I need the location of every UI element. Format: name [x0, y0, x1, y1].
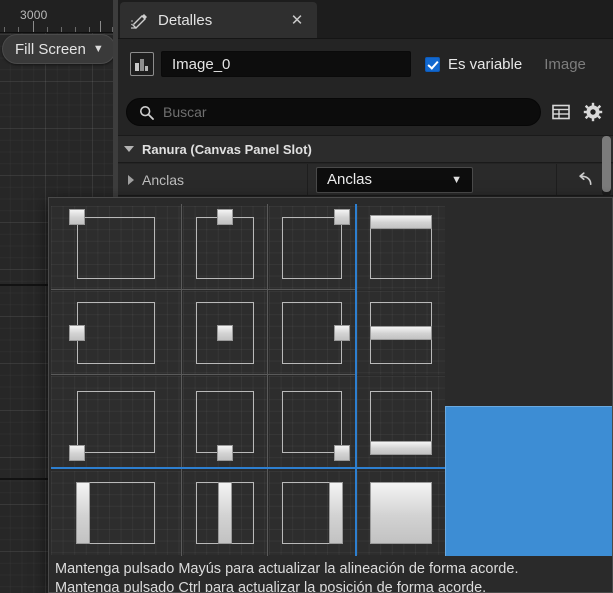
close-icon[interactable]: ✕ — [287, 10, 307, 30]
anchor-marker — [69, 325, 85, 341]
anchor-top-right[interactable] — [269, 206, 355, 290]
object-name-input[interactable]: Image_0 — [161, 51, 411, 77]
table-view-icon[interactable] — [549, 100, 573, 124]
anchor-popup-hint: Mantenga pulsado Mayús para actualizar l… — [49, 556, 612, 593]
anchor-marker — [217, 209, 233, 225]
anchor-marker — [69, 209, 85, 225]
details-tabbar: Detalles ✕ — [118, 0, 613, 39]
anclas-label: Anclas — [142, 171, 185, 188]
anchor-vstretch-left[interactable] — [51, 471, 181, 555]
anchor-marker — [334, 445, 350, 461]
anchor-marker — [370, 215, 432, 229]
anclas-dropdown[interactable]: Anclas ▼ — [316, 166, 473, 193]
chevron-down-icon — [124, 146, 134, 152]
anchor-marker — [217, 325, 233, 341]
search-placeholder: Buscar — [163, 104, 207, 120]
zoom-mode-dropdown[interactable]: Fill Screen ▼ — [2, 34, 116, 64]
anchor-marker — [69, 445, 85, 461]
anchor-marker — [370, 326, 432, 340]
anchor-grid-divider — [267, 204, 268, 556]
anchor-marker — [217, 445, 233, 461]
anchor-grid-divider-highlight — [51, 467, 445, 469]
anchor-middle-center[interactable] — [183, 291, 267, 375]
anchor-marker — [76, 482, 90, 544]
search-icon — [139, 105, 154, 120]
chevron-right-icon[interactable] — [128, 174, 134, 185]
anchor-marker — [334, 209, 350, 225]
anchor-top-center[interactable] — [183, 206, 267, 290]
property-row-anclas: Anclas Anclas ▼ — [118, 164, 613, 196]
anchor-picker-popup[interactable]: Mantenga pulsado Mayús para actualizar l… — [48, 197, 613, 593]
anchor-cell-frame — [77, 391, 155, 453]
details-scrollbar-thumb[interactable] — [602, 136, 611, 192]
checkbox-box[interactable] — [425, 56, 440, 72]
widget-thumbnail-icon — [130, 52, 154, 76]
anclas-label-cell[interactable]: Anclas — [118, 164, 308, 195]
anchor-middle-right[interactable] — [269, 291, 355, 375]
anchor-middle-left[interactable] — [51, 291, 181, 375]
chevron-down-icon: ▼ — [92, 43, 104, 55]
anchor-marker — [370, 441, 432, 455]
tab-detalles[interactable]: Detalles ✕ — [120, 2, 317, 38]
anchor-top-stretch[interactable] — [357, 206, 445, 290]
anchor-cell-frame — [282, 391, 342, 453]
pencil-icon — [130, 12, 149, 29]
anchor-middle-stretch[interactable] — [357, 291, 445, 375]
anchor-bottom-right[interactable] — [269, 376, 355, 468]
anchor-vstretch-right[interactable] — [269, 471, 355, 555]
chevron-down-icon: ▼ — [451, 173, 462, 186]
anchor-cell-frame — [77, 302, 155, 364]
zoom-mode-label: Fill Screen — [15, 40, 86, 58]
anchor-bottom-stretch[interactable] — [357, 376, 445, 468]
anchor-cell-frame — [196, 217, 254, 279]
anchor-marker — [218, 482, 232, 544]
anchor-marker — [334, 325, 350, 341]
viewport-ruler[interactable]: 3000 — [0, 0, 118, 33]
details-search-row: Buscar — [118, 90, 613, 134]
gear-icon[interactable] — [581, 100, 605, 124]
search-input[interactable]: Buscar — [126, 98, 541, 126]
anchor-marker — [370, 482, 432, 544]
object-name-row: Image_0 Es variable Image — [118, 39, 613, 89]
is-variable-label: Es variable — [448, 55, 523, 73]
hint-line-2: Mantenga pulsado Ctrl para actualizar la… — [55, 580, 487, 593]
reset-arrow-icon — [578, 172, 592, 186]
anclas-dropdown-value: Anclas — [327, 171, 373, 188]
anchor-top-left[interactable] — [51, 206, 181, 290]
widget-type-label: Image — [544, 55, 586, 73]
is-variable-checkbox[interactable]: Es variable — [425, 56, 522, 73]
anchor-grid-divider — [51, 289, 355, 290]
anchor-grid-divider-highlight — [355, 204, 357, 556]
anchor-vstretch-center[interactable] — [183, 471, 267, 555]
anchor-grid-divider — [51, 374, 355, 375]
hint-line-1: Mantenga pulsado Mayús para actualizar l… — [55, 561, 519, 577]
section-title: Ranura (Canvas Panel Slot) — [142, 141, 312, 157]
ruler-label: 3000 — [20, 8, 48, 22]
anchor-cell-frame — [77, 217, 155, 279]
anchor-marker — [329, 482, 343, 544]
tab-label: Detalles — [158, 11, 213, 29]
anchor-grid-divider — [181, 204, 182, 556]
anchor-cell-frame — [282, 302, 342, 364]
anchor-cell-frame — [282, 217, 342, 279]
anchor-fill[interactable] — [357, 471, 445, 555]
anchor-bottom-center[interactable] — [183, 376, 267, 468]
anchor-cell-frame — [196, 391, 254, 453]
anclas-value-cell: Anclas ▼ — [308, 164, 557, 195]
anchor-bottom-left[interactable] — [51, 376, 181, 468]
section-header-ranura[interactable]: Ranura (Canvas Panel Slot) — [118, 135, 613, 163]
